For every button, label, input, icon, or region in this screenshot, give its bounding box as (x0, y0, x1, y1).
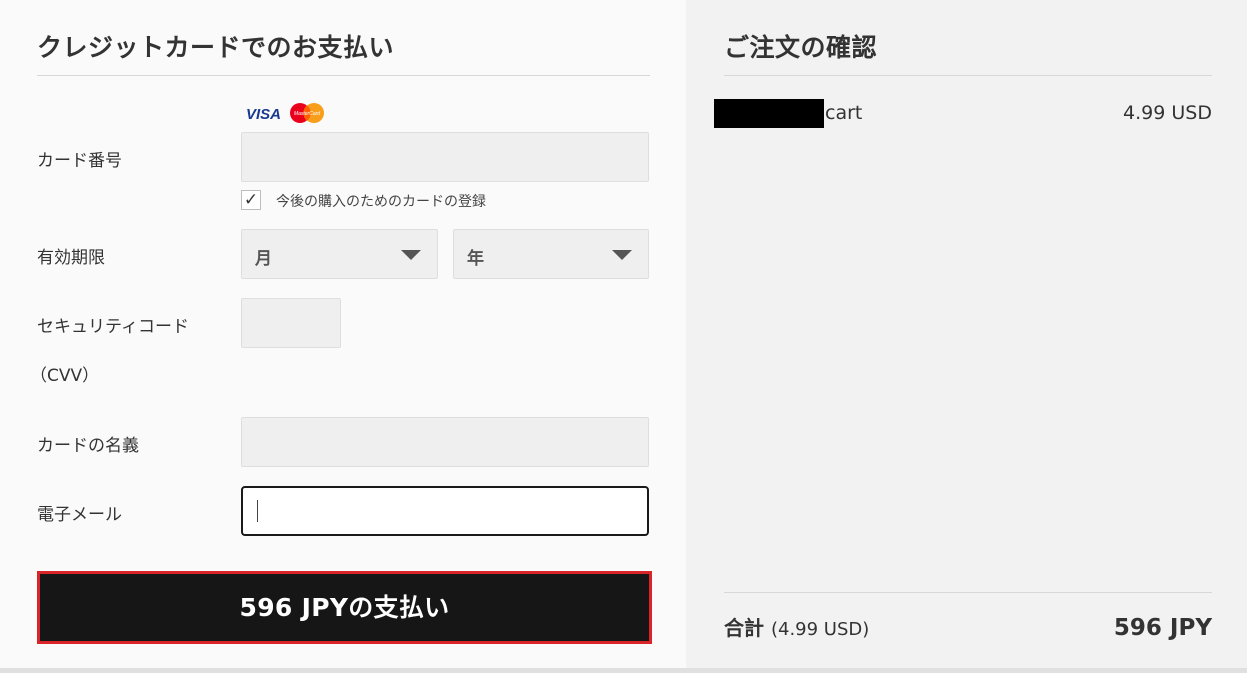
payment-heading-divider (37, 75, 650, 76)
mastercard-logo-icon: MasterCard (290, 103, 324, 123)
visa-logo-icon: VISA (246, 106, 281, 123)
save-card-checkbox[interactable]: ✓ (241, 190, 261, 210)
cvv-input[interactable] (241, 298, 341, 348)
order-total-divider (724, 592, 1212, 593)
expiry-month-select[interactable]: 月 (241, 229, 438, 279)
cvv-label-line2: （CVV） (30, 366, 100, 386)
order-item-name: cart (825, 102, 863, 124)
payment-panel: クレジットカードでのお支払い VISA MasterCard カード番号 ✓ 今… (0, 0, 686, 668)
chevron-down-icon (401, 250, 421, 260)
total-label-text: 合計 (724, 616, 764, 640)
order-heading-divider (724, 75, 1212, 76)
chevron-down-icon (612, 250, 632, 260)
card-brand-logos: VISA MasterCard (246, 103, 324, 123)
card-name-label: カードの名義 (37, 436, 139, 456)
expiry-year-select[interactable]: 年 (453, 229, 649, 279)
order-summary-panel: ご注文の確認 cart 4.99 USD 合計 (4.99 USD) 596 J… (686, 0, 1247, 668)
expiry-month-value: 月 (255, 249, 272, 269)
total-value: 596 JPY (1113, 615, 1212, 641)
text-cursor (257, 500, 258, 522)
card-number-label: カード番号 (37, 151, 122, 171)
order-item-price: 4.99 USD (1123, 102, 1212, 124)
payment-heading: クレジットカードでのお支払い (37, 33, 395, 62)
order-heading: ご注文の確認 (724, 33, 878, 62)
email-label: 電子メール (37, 505, 122, 525)
expiry-year-value: 年 (467, 249, 484, 269)
save-card-label: 今後の購入のためのカードの登録 (276, 194, 486, 210)
svg-text:MasterCard: MasterCard (294, 111, 320, 117)
total-label: 合計 (4.99 USD) (724, 612, 869, 641)
card-name-input[interactable] (241, 417, 649, 467)
svg-text:VISA: VISA (246, 106, 281, 123)
card-number-input[interactable] (241, 132, 649, 182)
total-usd-amount: (4.99 USD) (770, 619, 870, 640)
bottom-edge (0, 668, 1247, 673)
checkmark-icon: ✓ (243, 190, 259, 210)
expiry-label: 有効期限 (37, 248, 105, 268)
redacted-item-name (714, 99, 824, 128)
cvv-label-line1: セキュリティコード (37, 317, 189, 337)
pay-button[interactable]: 596 JPYの支払い (37, 571, 652, 644)
email-input[interactable] (241, 486, 649, 536)
